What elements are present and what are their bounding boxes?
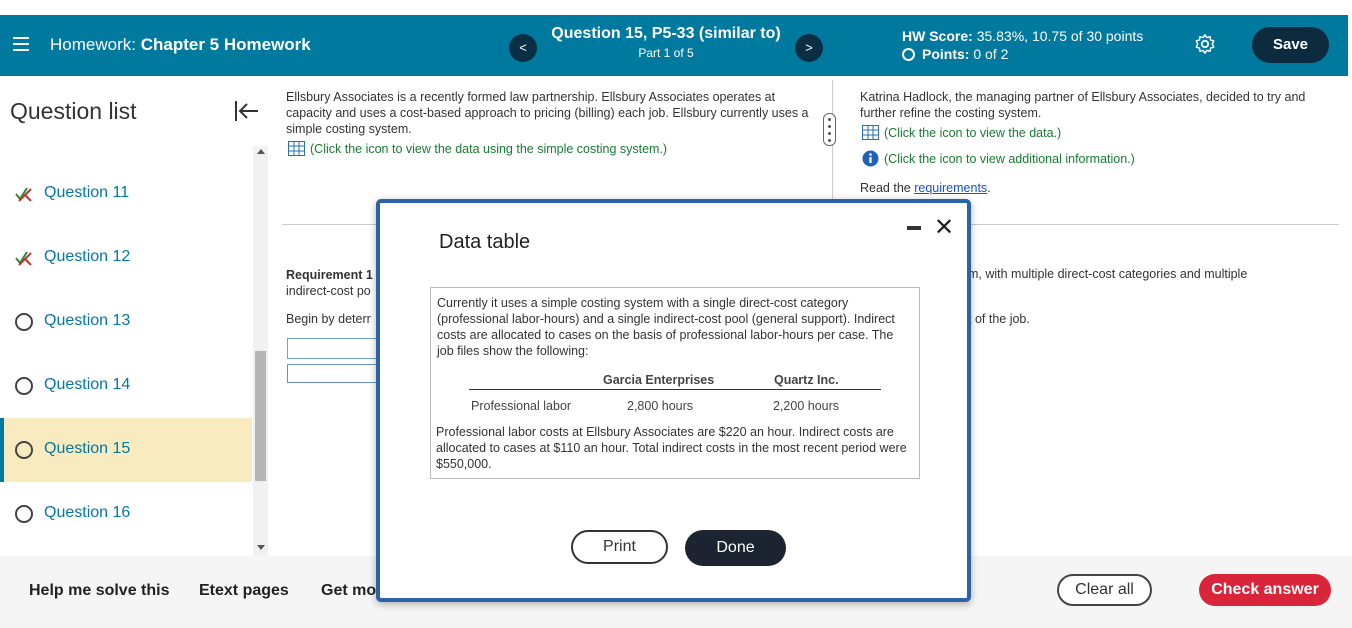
question-list-sidebar: Question list Question 11 Question 12 Qu… <box>0 76 268 556</box>
homework-title: Homework: Chapter 5 Homework <box>50 35 311 55</box>
begin-instruction-continued: t of the job. <box>968 312 1030 326</box>
additional-info-link[interactable]: (Click the icon to view additional infor… <box>862 150 1135 167</box>
scroll-down-arrow-icon[interactable] <box>257 545 265 550</box>
requirement-label: Requirement 1 <box>286 268 373 282</box>
points-label: Points: <box>922 46 970 62</box>
unanswered-circle-icon <box>15 377 33 395</box>
question-list-item-16[interactable]: Question 16 <box>0 482 252 546</box>
check-answer-button[interactable]: Check answer <box>1199 574 1331 606</box>
quartz-hours: 2,200 hours <box>773 399 840 413</box>
data-table-dialog: Data table ✕ Currently it uses a simple … <box>376 199 971 602</box>
read-prefix: Read the <box>860 181 911 195</box>
data-table-icon[interactable] <box>288 141 305 156</box>
data-link-text[interactable]: (Click the icon to view the data.) <box>884 126 1061 140</box>
column-resize-handle[interactable] <box>823 113 836 146</box>
unanswered-circle-icon <box>15 505 33 523</box>
unanswered-circle-icon <box>15 313 33 331</box>
question-label: Question 16 <box>44 504 131 521</box>
question-label: Question 14 <box>44 376 131 393</box>
answer-input-1[interactable] <box>287 338 382 359</box>
requirement-text-continued: m, with multiple direct-cost categories … <box>968 267 1248 281</box>
get-more-help-button[interactable]: Get mo <box>321 582 376 600</box>
question-list-title: Question list <box>10 98 137 124</box>
question-list-item-13[interactable]: Question 13 <box>0 290 252 354</box>
data-outro: Professional labor costs at Ellsbury Ass… <box>436 425 907 471</box>
scroll-up-arrow-icon[interactable] <box>257 149 265 154</box>
score-label: HW Score: <box>902 28 973 44</box>
previous-question-button[interactable]: < <box>509 34 537 62</box>
additional-info-link-text[interactable]: (Click the icon to view additional infor… <box>884 152 1135 166</box>
column-header-garcia: Garcia Enterprises <box>603 373 715 387</box>
column-header-quartz: Quartz Inc. <box>774 373 839 387</box>
partial-credit-icon <box>15 187 32 202</box>
homework-label: Homework: <box>50 35 136 54</box>
partial-credit-icon <box>15 251 32 266</box>
data-table-icon[interactable] <box>862 125 879 140</box>
question-list-item-12[interactable]: Question 12 <box>0 226 252 290</box>
row-label: Professional labor <box>471 399 572 413</box>
hw-score: HW Score: 35.83%, 10.75 of 30 points <box>902 28 1143 44</box>
hamburger-menu-icon[interactable] <box>13 37 29 55</box>
question-list-item-15[interactable]: Question 15 <box>0 418 252 482</box>
save-button[interactable]: Save <box>1252 27 1329 63</box>
question-label: Question 11 <box>44 184 130 201</box>
clear-all-button[interactable]: Clear all <box>1057 574 1152 606</box>
etext-pages-button[interactable]: Etext pages <box>199 582 289 600</box>
requirements-link[interactable]: requirements <box>914 181 987 195</box>
info-icon[interactable] <box>862 150 879 167</box>
question-label: Question 13 <box>44 312 131 329</box>
question-part: Part 1 of 5 <box>638 46 694 60</box>
simple-data-link[interactable]: (Click the icon to view the data using t… <box>288 141 667 156</box>
table-header-rule <box>469 389 881 390</box>
collapse-sidebar-icon[interactable] <box>234 100 260 122</box>
print-button[interactable]: Print <box>571 530 668 564</box>
settings-gear-icon[interactable] <box>1194 33 1216 55</box>
question-list-item-14[interactable]: Question 14 <box>0 354 252 418</box>
score-value: 35.83%, 10.75 of 30 points <box>976 28 1144 44</box>
data-table-content: Currently it uses a simple costing syste… <box>430 287 920 479</box>
question-label: Question 12 <box>44 248 131 265</box>
data-link[interactable]: (Click the icon to view the data.) <box>862 125 1061 140</box>
scroll-thumb[interactable] <box>255 351 266 481</box>
points-value: 0 of 2 <box>973 46 1009 62</box>
begin-instruction: Begin by deterr <box>286 312 371 326</box>
help-me-solve-button[interactable]: Help me solve this <box>29 582 170 600</box>
unanswered-circle-icon <box>15 441 33 459</box>
question-label: Question 15 <box>44 440 131 457</box>
points-circle-icon <box>902 48 915 61</box>
points: Points: 0 of 2 <box>902 46 1008 62</box>
next-question-button[interactable]: > <box>795 34 823 62</box>
done-button[interactable]: Done <box>685 530 786 566</box>
sidebar-scrollbar[interactable] <box>253 146 268 556</box>
homework-name: Chapter 5 Homework <box>140 35 311 54</box>
simple-data-link-text[interactable]: (Click the icon to view the data using t… <box>310 142 667 156</box>
question-title: Question 15, P5-33 (similar to) <box>551 25 781 42</box>
read-suffix: . <box>987 181 991 195</box>
dialog-title: Data table <box>439 231 531 253</box>
garcia-hours: 2,800 hours <box>627 399 694 413</box>
top-header: Homework: Chapter 5 Homework < Question … <box>0 15 1348 76</box>
problem-intro: Ellsbury Associates is a recently formed… <box>286 90 809 136</box>
minimize-icon[interactable] <box>907 226 921 230</box>
close-icon[interactable]: ✕ <box>934 213 954 242</box>
requirement-line2: indirect-cost po <box>286 284 371 298</box>
answer-input-2[interactable] <box>287 364 382 383</box>
data-intro: Currently it uses a simple costing syste… <box>437 296 895 358</box>
question-list-item-11[interactable]: Question 11 <box>0 162 252 226</box>
refine-intro: Katrina Hadlock, the managing partner of… <box>860 90 1306 120</box>
requirement-text: Requirement 1 indirect-cost po <box>286 267 373 299</box>
read-requirements: Read the requirements. <box>860 181 991 195</box>
